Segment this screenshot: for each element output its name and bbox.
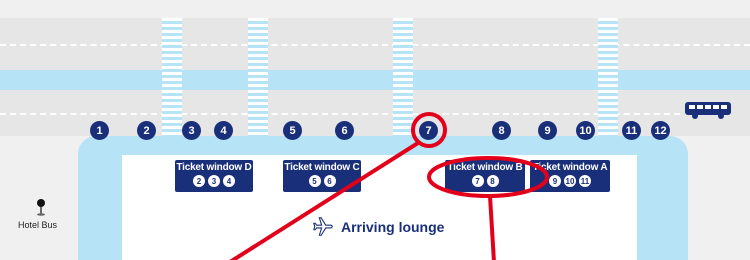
ticket-window-label: Ticket window C [284, 162, 360, 173]
bus-stop-5[interactable]: 5 [283, 121, 302, 140]
ticket-window-b[interactable]: Ticket window B 7 8 [445, 160, 525, 192]
bus-stop-3[interactable]: 3 [182, 121, 201, 140]
hotel-bus-label: Hotel Bus [18, 220, 58, 230]
ticket-window-a[interactable]: Ticket window A 9 10 11 [530, 160, 610, 192]
ticket-window-c[interactable]: Ticket window C 5 6 [283, 160, 361, 192]
crosswalk [248, 18, 268, 136]
window-stop-number: 2 [193, 175, 205, 187]
window-stop-number: 10 [564, 175, 576, 187]
window-stop-number: 7 [471, 175, 484, 187]
window-stop-number: 8 [486, 175, 499, 187]
window-stop-number: 6 [323, 175, 336, 187]
bus-stop-4[interactable]: 4 [214, 121, 233, 140]
map-pin-icon [35, 198, 47, 221]
ticket-window-label: Ticket window D [176, 162, 252, 173]
bus-stop-8[interactable]: 8 [492, 121, 511, 140]
plane-icon [312, 216, 334, 243]
ticket-window-label: Ticket window B [447, 162, 523, 173]
crosswalk [598, 18, 618, 136]
bus-stop-9[interactable]: 9 [538, 121, 557, 140]
window-stop-number: 11 [579, 175, 591, 187]
bus-stop-10[interactable]: 10 [576, 121, 595, 140]
ticket-window-d[interactable]: Ticket window D 2 3 4 [175, 160, 253, 192]
pedestrian-band [0, 70, 750, 90]
bus-stop-2[interactable]: 2 [137, 121, 156, 140]
window-stop-number: 5 [308, 175, 321, 187]
arriving-lounge-label: Arriving lounge [341, 219, 445, 235]
ticket-window-label: Ticket window A [532, 162, 608, 173]
crosswalk [393, 18, 413, 136]
bus-icon [684, 100, 732, 125]
lane-markings-top [0, 44, 750, 46]
bus-stop-6[interactable]: 6 [335, 121, 354, 140]
bus-stop-12[interactable]: 12 [651, 121, 670, 140]
bus-stop-1[interactable]: 1 [90, 121, 109, 140]
window-stop-number: 9 [549, 175, 561, 187]
bus-stop-7[interactable]: 7 [419, 121, 438, 140]
window-stop-number: 4 [223, 175, 235, 187]
window-stop-number: 3 [208, 175, 220, 187]
bus-stop-11[interactable]: 11 [622, 121, 641, 140]
lane-markings-bottom [0, 113, 680, 115]
crosswalk [162, 18, 182, 136]
